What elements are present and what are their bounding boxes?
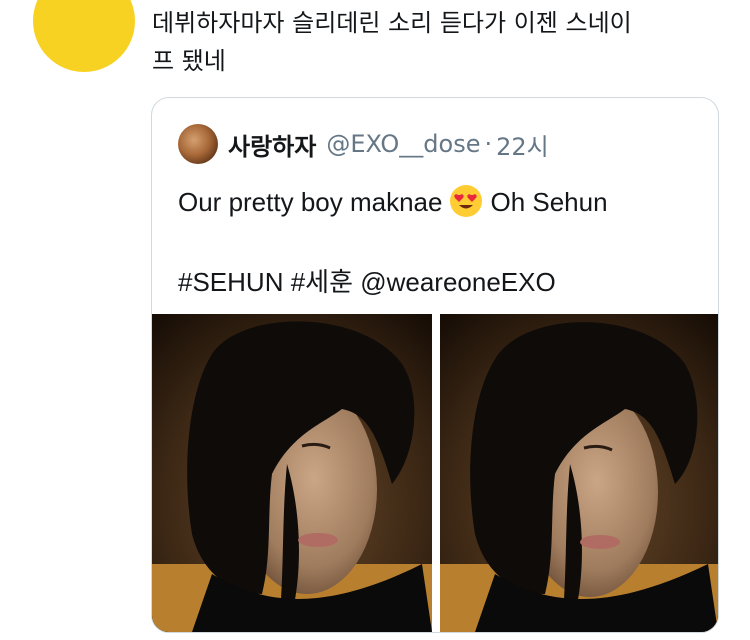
separator-dot: · — [484, 130, 493, 158]
tweet-text: 데뷔하자마자 슬리데린 소리 듣다가 이젠 스네이 프 됐네 — [152, 9, 632, 75]
quoted-author-handle[interactable]: @EXO__dose — [326, 130, 480, 158]
user-avatar[interactable] — [33, 0, 135, 72]
heart-eyes-emoji-icon — [450, 185, 483, 217]
quoted-tweet-time[interactable]: 22시 — [496, 127, 549, 162]
quoted-media — [152, 314, 718, 632]
quoted-tweet-header: 사랑하자 @EXO__dose · 22시 — [178, 124, 549, 164]
quoted-tweet-text: Our pretty boy maknae Oh Sehun #SEHUN #세훈… — [178, 182, 698, 302]
quoted-author-name[interactable]: 사랑하자 — [228, 127, 316, 162]
photo-1[interactable] — [152, 314, 432, 632]
quoted-author-avatar[interactable] — [178, 124, 218, 164]
photo-2[interactable] — [440, 314, 718, 632]
quoted-tweet-card[interactable]: 사랑하자 @EXO__dose · 22시 Our pretty boy mak… — [151, 97, 719, 633]
quoted-text-line-2: #SEHUN #세훈 @weareoneEXO — [178, 267, 556, 297]
quoted-text-part: Our pretty boy maknae — [178, 187, 443, 217]
quoted-text-line-1: Our pretty boy maknae Oh Sehun — [178, 182, 698, 222]
quoted-text-part: Oh Sehun — [490, 187, 608, 217]
